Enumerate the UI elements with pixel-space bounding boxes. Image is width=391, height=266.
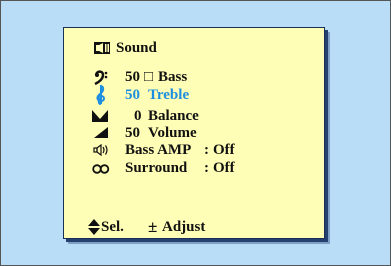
adjust-hint-label: Adjust	[162, 219, 206, 235]
treble-label: Treble	[148, 87, 190, 103]
bass-amp-separator: :	[204, 142, 209, 158]
screen-frame: Sound 50 □ Bass 50 Treble 0 Balance 50 V…	[0, 0, 391, 266]
menu-item-volume[interactable]: 50 Volume	[92, 125, 302, 141]
menu-title-text: Sound	[116, 40, 157, 56]
balance-icon	[92, 110, 108, 122]
surround-icon	[92, 164, 110, 174]
menu-item-balance[interactable]: 0 Balance	[92, 108, 302, 124]
menu-item-treble[interactable]: 50 Treble	[92, 85, 302, 105]
bass-amp-icon	[93, 144, 108, 156]
bass-clef-icon	[94, 70, 108, 85]
menu-item-bass-amp[interactable]: Bass AMP : Off	[92, 142, 302, 158]
surround-state: Off	[213, 160, 235, 176]
volume-label: Volume	[148, 125, 197, 141]
balance-label: Balance	[148, 108, 199, 124]
up-down-arrows-icon	[88, 219, 100, 235]
sound-menu-panel: Sound 50 □ Bass 50 Treble 0 Balance 50 V…	[63, 27, 325, 239]
bass-label: Bass	[158, 69, 188, 85]
menu-item-surround[interactable]: Surround : Off	[92, 160, 302, 176]
volume-icon	[94, 127, 108, 138]
volume-value: 50	[125, 125, 140, 141]
plus-minus-icon: ±	[148, 217, 158, 236]
surround-label: Surround	[125, 160, 188, 176]
bass-amp-label: Bass AMP	[125, 142, 192, 158]
balance-value: 0	[134, 108, 142, 124]
treble-clef-icon	[96, 85, 105, 105]
menu-item-bass[interactable]: 50 □ Bass	[92, 69, 302, 85]
bass-value: 50	[125, 69, 140, 85]
select-hint-label: Sel.	[101, 219, 124, 235]
treble-value: 50	[125, 87, 140, 103]
menu-footer: Sel. ± Adjust	[88, 217, 308, 237]
speaker-icon	[94, 42, 110, 54]
surround-separator: :	[204, 160, 209, 176]
bass-amp-state: Off	[213, 142, 235, 158]
bass-marker: □	[144, 69, 154, 85]
